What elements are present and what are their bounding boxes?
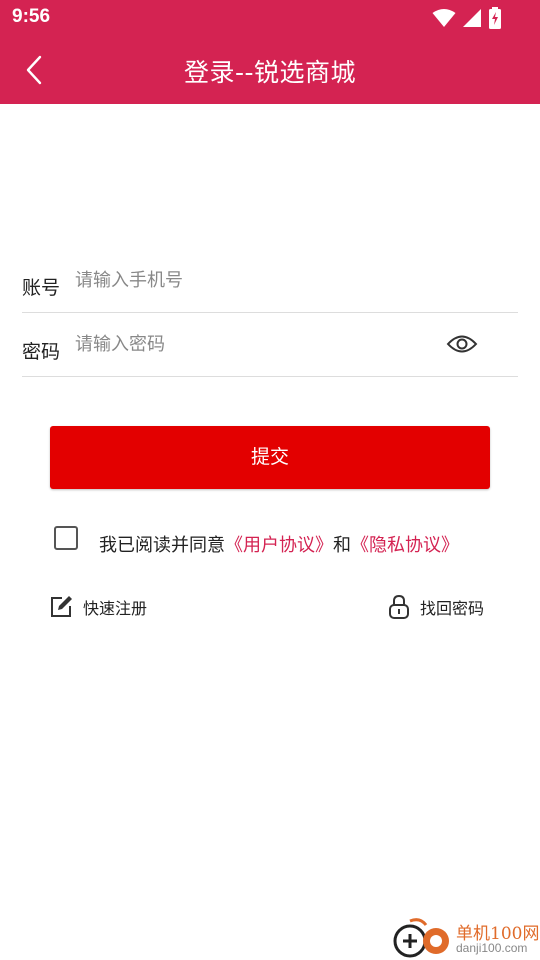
agreement-conjunction: 和 (333, 535, 351, 556)
watermark-logo-icon (393, 918, 449, 958)
agreement-text: 我已阅读并同意《用户协议》和《隐私协议》 (99, 531, 459, 557)
password-label: 密码 (22, 341, 61, 363)
quick-register-link[interactable]: 快速注册 (49, 594, 147, 620)
password-input[interactable] (75, 327, 435, 361)
battery-charging-icon (489, 7, 501, 29)
app-bar: 登录--锐选商城 (0, 36, 540, 104)
page-title: 登录--锐选商城 (183, 58, 357, 87)
account-row: 账号 (22, 249, 518, 313)
find-password-label: 找回密码 (420, 599, 485, 618)
agreement-prefix: 我已阅读并同意 (99, 535, 225, 556)
eye-icon[interactable] (446, 331, 478, 357)
status-bar: 9:56 (0, 0, 540, 36)
quick-register-label: 快速注册 (83, 599, 148, 618)
watermark: 单机100网 danji100.com (392, 917, 540, 960)
submit-button[interactable]: 提交 (50, 426, 490, 489)
lock-icon (389, 594, 409, 619)
user-agreement-link[interactable]: 《用户协议》 (225, 535, 333, 556)
edit-icon (51, 596, 72, 617)
agreement-row: 我已阅读并同意《用户协议》和《隐私协议》 (54, 526, 524, 562)
wifi-icon (432, 9, 456, 27)
account-input[interactable] (75, 263, 435, 297)
status-icons (432, 7, 502, 29)
privacy-agreement-link[interactable]: 《隐私协议》 (351, 535, 459, 556)
find-password-link[interactable]: 找回密码 (388, 594, 484, 620)
status-time: 9:56 (12, 6, 51, 27)
watermark-url: danji100.com (456, 941, 528, 955)
password-row: 密码 (22, 313, 518, 377)
account-label: 账号 (22, 277, 61, 299)
cell-signal-icon (463, 9, 481, 27)
agreement-checkbox[interactable] (54, 526, 78, 550)
